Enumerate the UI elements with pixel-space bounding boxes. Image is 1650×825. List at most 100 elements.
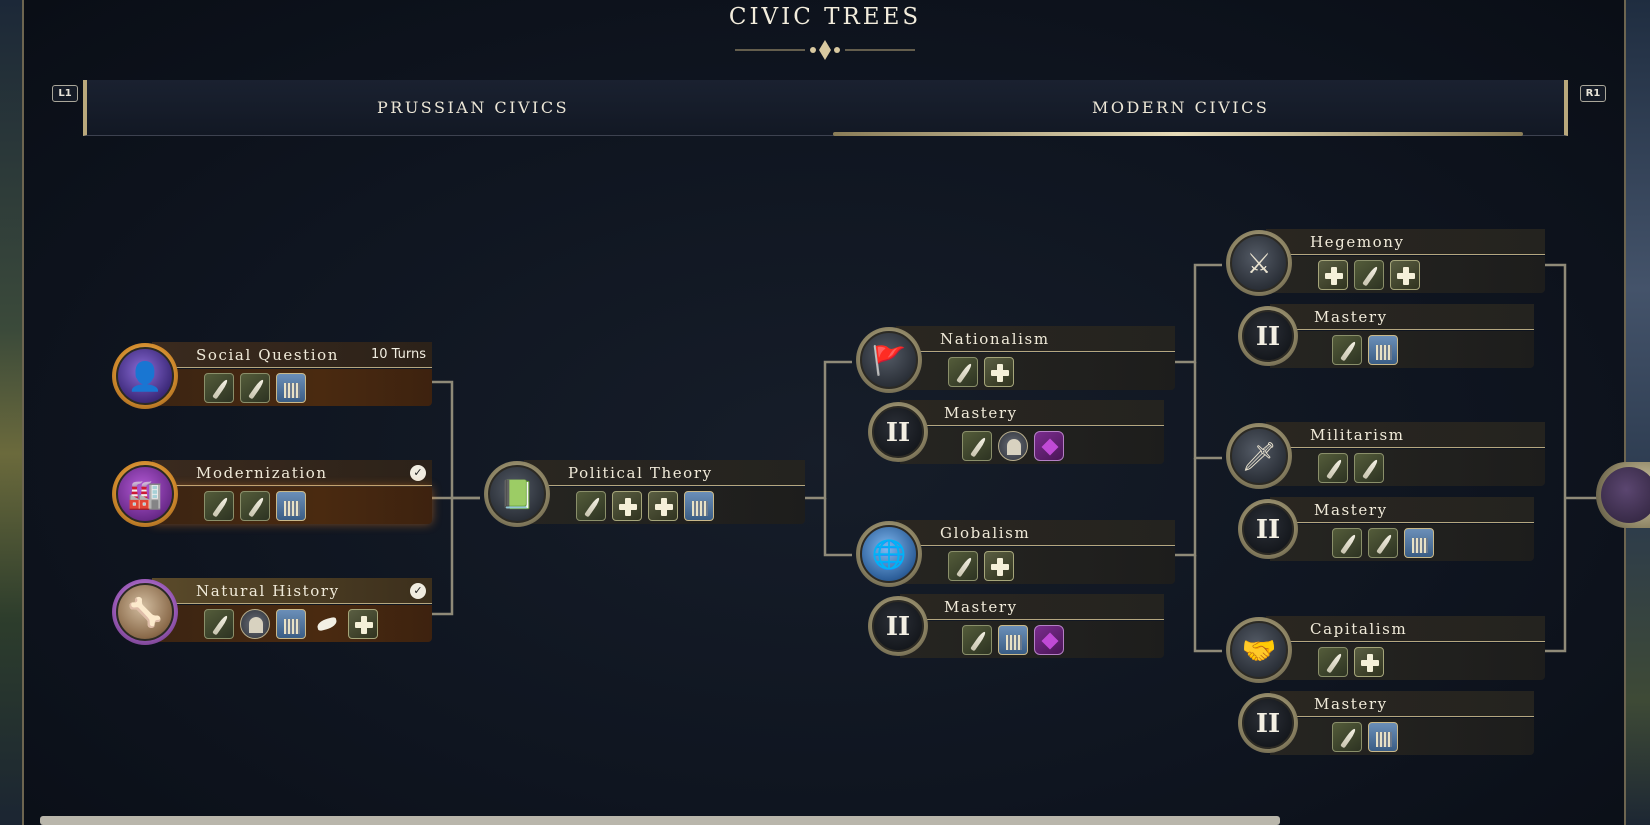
quill-icon [1318, 453, 1348, 483]
flag-bearer-icon: 🚩 [871, 344, 907, 377]
plus-icon [1390, 260, 1420, 290]
civic-name: Hegemony [1310, 233, 1405, 251]
node-title-bar: Natural History ✓ [152, 578, 432, 604]
completed-check-icon: ✓ [410, 583, 426, 599]
quill-icon [962, 431, 992, 461]
factory-icon: 🏭 [127, 478, 163, 511]
quill-icon [204, 609, 234, 639]
node-rewards [1270, 331, 1534, 368]
plus-icon [984, 551, 1014, 581]
gem-icon [1034, 431, 1064, 461]
node-title-bar: Militarism [1266, 422, 1545, 448]
civic-medal: 🗡 [1226, 423, 1292, 489]
quill-icon [1332, 722, 1362, 752]
civic-node-nationalism-mastery[interactable]: Mastery II [868, 400, 1164, 464]
civic-node-globalism[interactable]: Globalism 🌐 [856, 520, 1175, 587]
building-icon [1368, 335, 1398, 365]
civic-node-political-theory[interactable]: Political Theory 📗 [484, 460, 805, 527]
civic-node-militarism[interactable]: Militarism 🗡 [1226, 422, 1545, 489]
civic-medal: 🤝 [1226, 617, 1292, 683]
quill-icon [1332, 335, 1362, 365]
civic-name: Mastery [944, 598, 1018, 616]
civic-name: Militarism [1310, 426, 1405, 444]
handshake-icon: 🤝 [1241, 634, 1277, 667]
civic-name: Mastery [1314, 695, 1388, 713]
civic-node-capitalism-mastery[interactable]: Mastery II [1238, 691, 1534, 755]
civic-medal: 🦴 [112, 579, 178, 645]
node-title-bar: Mastery [900, 400, 1164, 426]
quill-icon [204, 373, 234, 403]
building-icon [1404, 528, 1434, 558]
mastery-tier: II [1255, 322, 1281, 352]
quill-icon [948, 357, 978, 387]
horizontal-scrollbar[interactable] [40, 816, 1280, 825]
civic-node-militarism-mastery[interactable]: Mastery II [1238, 497, 1534, 561]
node-rewards [152, 487, 432, 524]
node-title-bar: Mastery [1270, 497, 1534, 523]
quill-icon [240, 373, 270, 403]
globe-icon: 🌐 [871, 538, 907, 571]
node-title-bar: Mastery [900, 594, 1164, 620]
node-title-bar: Mastery [1270, 304, 1534, 330]
node-title-bar: Capitalism [1266, 616, 1545, 642]
rifles-icon: 🗡 [1241, 440, 1277, 473]
wonder-icon [998, 431, 1028, 461]
civic-name: Nationalism [940, 330, 1050, 348]
civic-medal: 🏭 [112, 461, 178, 527]
node-title-bar: Hegemony [1266, 229, 1545, 255]
civic-medal: 📗 [484, 461, 550, 527]
civic-node-nationalism[interactable]: Nationalism 🚩 [856, 326, 1175, 393]
civic-node-hegemony[interactable]: Hegemony ⚔ [1226, 229, 1545, 296]
building-icon [276, 373, 306, 403]
civic-node-globalism-mastery[interactable]: Mastery II [868, 594, 1164, 658]
wonder-icon [240, 609, 270, 639]
node-title-bar: Political Theory [524, 460, 805, 486]
quill-icon [1332, 528, 1362, 558]
node-rewards [152, 369, 432, 406]
mastery-medal: II [1238, 693, 1298, 753]
civic-node-hegemony-mastery[interactable]: Mastery II [1238, 304, 1534, 368]
mastery-tier: II [1255, 709, 1281, 739]
civic-name: Mastery [944, 404, 1018, 422]
node-rewards [896, 353, 1175, 390]
civic-name: Modernization [196, 464, 328, 482]
node-rewards [900, 427, 1164, 464]
civic-medal: 🌐 [856, 521, 922, 587]
node-title-bar: Nationalism [896, 326, 1175, 352]
quill-icon [948, 551, 978, 581]
civic-medal: ⚔ [1226, 230, 1292, 296]
building-icon [276, 491, 306, 521]
mastery-tier: II [885, 612, 911, 642]
plus-icon [1318, 260, 1348, 290]
civic-node-social-question[interactable]: Social Question 10 Turns 👤 [112, 342, 432, 409]
civic-medal: 🚩 [856, 327, 922, 393]
civic-node-modernization[interactable]: Modernization ✓ 🏭 [112, 460, 432, 527]
civic-node-capitalism[interactable]: Capitalism 🤝 [1226, 616, 1545, 683]
building-icon [684, 491, 714, 521]
civic-name: Mastery [1314, 308, 1388, 326]
offscreen-civic-medal[interactable] [1596, 462, 1650, 528]
node-rewards [1266, 449, 1545, 486]
node-rewards [524, 487, 805, 524]
quill-icon [1354, 453, 1384, 483]
civic-medal: 👤 [112, 343, 178, 409]
civic-node-natural-history[interactable]: Natural History ✓ 🦴 [112, 578, 432, 645]
plus-icon [612, 491, 642, 521]
node-rewards [1266, 256, 1545, 293]
mastery-tier: II [1255, 515, 1281, 545]
plus-icon [984, 357, 1014, 387]
cannon-icon: ⚔ [1246, 247, 1272, 280]
quill-icon [240, 491, 270, 521]
mastery-medal: II [868, 596, 928, 656]
completed-check-icon: ✓ [410, 465, 426, 481]
fossil-icon: 🦴 [127, 596, 163, 629]
civic-name: Social Question [196, 346, 340, 364]
node-title-bar: Mastery [1270, 691, 1534, 717]
quill-icon [962, 625, 992, 655]
plus-icon [1354, 647, 1384, 677]
unit-icon [312, 609, 342, 639]
quill-icon [1318, 647, 1348, 677]
node-rewards [1266, 643, 1545, 680]
node-rewards [900, 621, 1164, 658]
mastery-medal: II [1238, 306, 1298, 366]
